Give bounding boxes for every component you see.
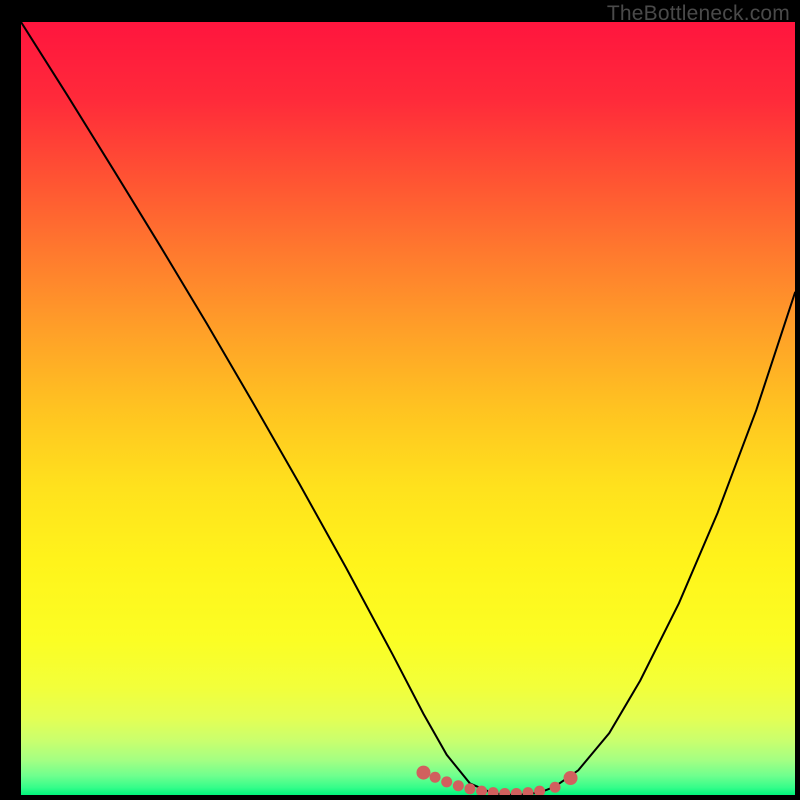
chart-container: TheBottleneck.com — [0, 0, 800, 800]
optimal-marker — [534, 786, 545, 797]
optimal-marker — [453, 780, 464, 791]
optimal-marker — [550, 782, 561, 793]
chart-gradient-background — [21, 22, 795, 795]
optimal-marker — [464, 783, 475, 794]
optimal-marker — [476, 786, 487, 797]
optimal-marker — [441, 776, 452, 787]
optimal-marker — [564, 771, 578, 785]
optimal-marker — [416, 766, 430, 780]
watermark-label: TheBottleneck.com — [607, 2, 790, 26]
optimal-marker — [430, 772, 441, 783]
bottleneck-chart — [0, 0, 800, 800]
